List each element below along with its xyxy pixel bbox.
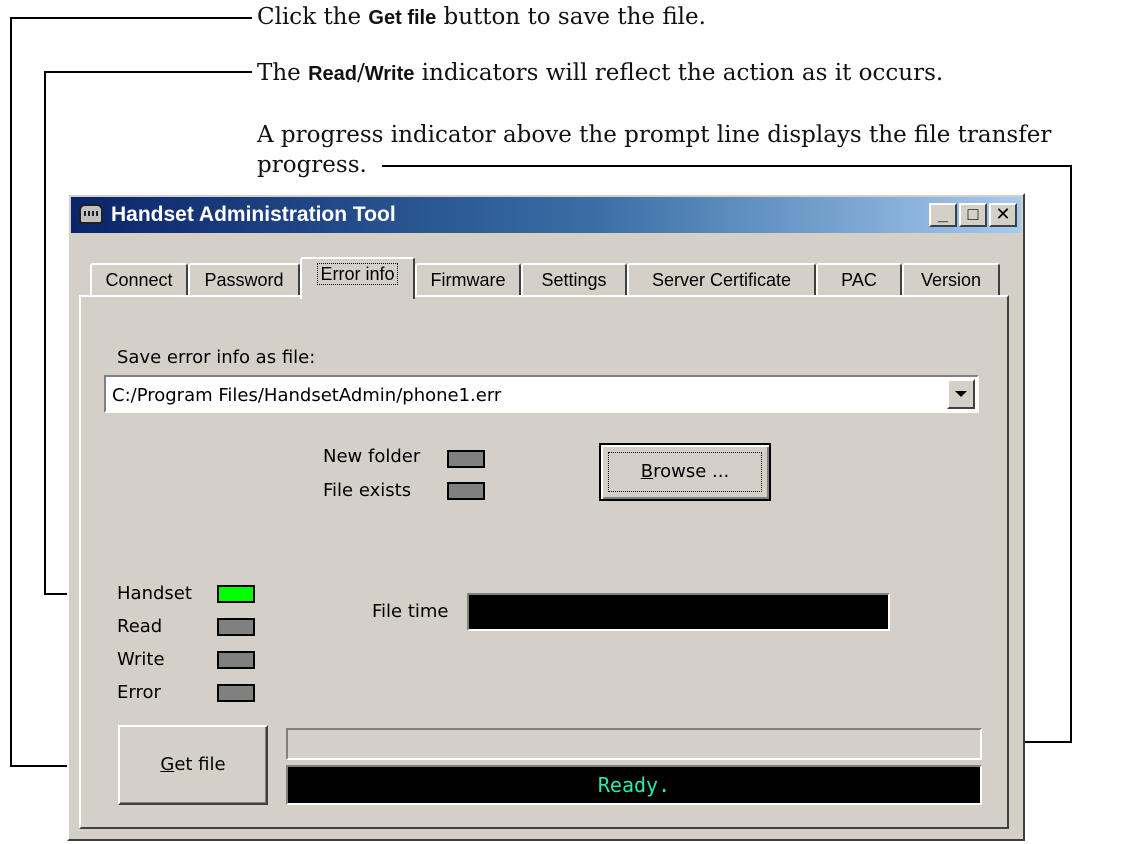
write-indicator (217, 651, 255, 669)
new-folder-indicator (447, 450, 485, 468)
window-title: Handset Administration Tool (111, 203, 396, 226)
title-bar[interactable]: Handset Administration Tool _ □ ✕ (71, 197, 1021, 233)
file-exists-indicator (447, 482, 485, 500)
tab-version[interactable]: Version (902, 263, 1000, 297)
tab-firmware[interactable]: Firmware (415, 263, 521, 297)
progress-bar (286, 728, 982, 760)
tab-settings[interactable]: Settings (521, 263, 627, 297)
file-exists-label: File exists (323, 480, 412, 501)
handset-label: Handset (117, 583, 192, 604)
tab-password[interactable]: Password (188, 263, 300, 297)
read-label: Read (117, 616, 163, 637)
tab-connect[interactable]: Connect (90, 263, 188, 297)
browse-button[interactable]: Browse ... (599, 443, 771, 501)
close-button[interactable]: ✕ (989, 203, 1017, 227)
note-read-write: The Read/Write indicators will reflect t… (257, 60, 944, 86)
telephone-icon (79, 204, 103, 224)
read-indicator (217, 618, 255, 636)
save-path-value[interactable]: C:/Program Files/HandsetAdmin/phone1.err (112, 385, 501, 406)
file-time-label: File time (372, 601, 449, 622)
note-progress-line2: progress. (257, 152, 367, 178)
minimize-button[interactable]: _ (929, 203, 957, 227)
status-text: Ready. (597, 773, 671, 797)
status-line: Ready. (286, 765, 982, 805)
error-label: Error (117, 682, 161, 703)
new-folder-label: New folder (323, 446, 421, 467)
save-path-combobox[interactable]: C:/Program Files/HandsetAdmin/phone1.err (104, 375, 979, 413)
maximize-button[interactable]: □ (959, 203, 987, 227)
handset-indicator (217, 585, 255, 603)
chevron-down-icon[interactable] (947, 379, 975, 409)
write-label: Write (117, 649, 165, 670)
tab-server-certificate[interactable]: Server Certificate (627, 263, 816, 297)
tab-error-info[interactable]: Error info (300, 257, 415, 299)
note-get-file: Click the Get file button to save the fi… (257, 4, 706, 30)
tab-pac[interactable]: PAC (816, 263, 902, 297)
file-time-display (467, 593, 890, 631)
note-progress-line1: A progress indicator above the prompt li… (257, 122, 1052, 148)
error-indicator (217, 684, 255, 702)
save-as-label: Save error info as file: (117, 347, 316, 368)
get-file-button[interactable]: Get file (118, 725, 268, 805)
